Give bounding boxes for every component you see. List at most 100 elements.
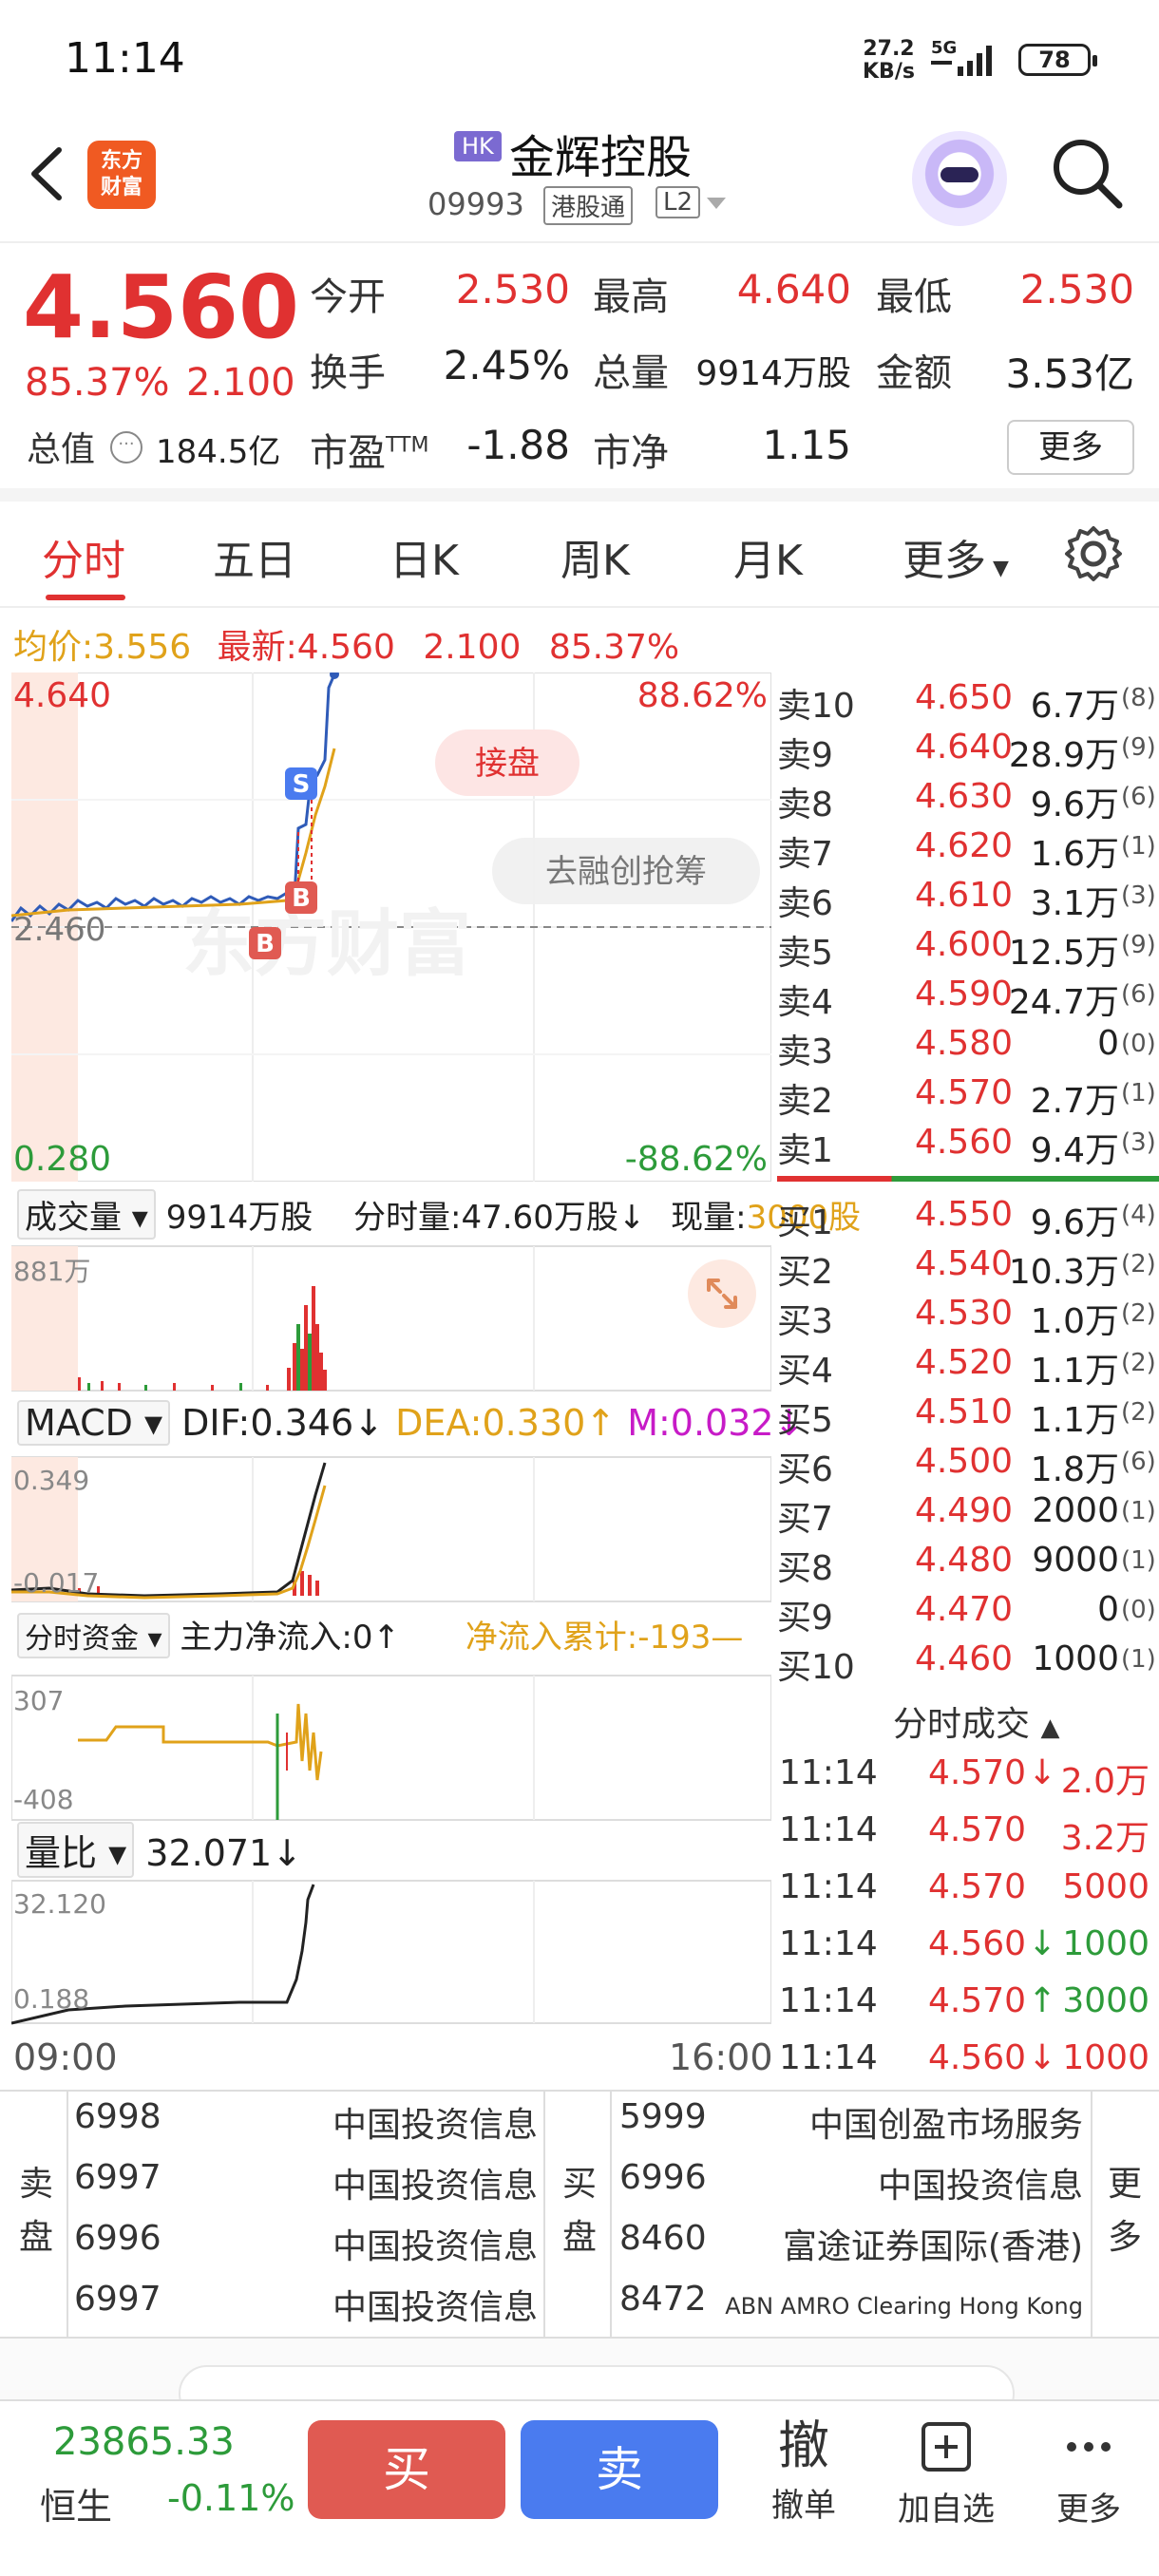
- ask-level-4[interactable]: 卖7 4.620 1.6万 (1): [777, 824, 1159, 874]
- volume-ymax: 881万: [13, 1256, 90, 1287]
- tab-daily-k[interactable]: 日K: [390, 526, 459, 587]
- fund-cumulative: 净流入累计:-193—: [465, 1619, 744, 1657]
- tick-volume: 2.0万: [1060, 1762, 1150, 1801]
- tick-volume: 1000: [1062, 1924, 1150, 1963]
- broker-name: 中国创盈市场服务: [808, 2106, 1083, 2145]
- index-change[interactable]: -0.11%: [167, 2477, 294, 2519]
- buy-broker-row[interactable]: 5999 中国创盈市场服务: [619, 2097, 1083, 2158]
- tick-time: 11:14: [779, 1924, 878, 1963]
- market-cap-label: 总值: [27, 430, 96, 469]
- ask-level-2[interactable]: 卖9 4.640 28.9万 (9): [777, 726, 1159, 775]
- bid-level-10[interactable]: 买10 4.460 1000 (1): [777, 1638, 1159, 1687]
- level-volume: 1.0万: [1030, 1302, 1119, 1341]
- buy-marker[interactable]: B: [249, 927, 281, 959]
- bid-level-6[interactable]: 买6 4.500 1.8万 (6): [777, 1440, 1159, 1489]
- sell-button[interactable]: 卖: [521, 2420, 718, 2519]
- tab-monthly-k[interactable]: 月K: [733, 526, 803, 587]
- back-icon[interactable]: [23, 142, 70, 205]
- cancel-order-button[interactable]: 撤 撤单: [747, 2413, 861, 2526]
- tag-pill-news[interactable]: 去融创抢筹: [492, 838, 760, 904]
- more-menu-button[interactable]: 更多: [1032, 2413, 1146, 2529]
- pct-axis-bottom: -88.62%: [625, 1140, 768, 1179]
- sell-broker-row[interactable]: 6996 中国投资信息: [74, 2219, 538, 2280]
- fund-dropdown[interactable]: 分时资金 ▾: [17, 1613, 170, 1658]
- ticks-title[interactable]: 分时成交 ▲: [893, 1696, 1059, 1746]
- tab-5day[interactable]: 五日: [213, 526, 296, 587]
- broker-id: 6996: [74, 2219, 162, 2258]
- bid-level-4[interactable]: 买4 4.520 1.1万 (2): [777, 1341, 1159, 1391]
- buy-broker-row[interactable]: 8472 ABN AMRO Clearing Hong Kong: [619, 2280, 1083, 2340]
- broker-more[interactable]: 更多: [1106, 2158, 1144, 2264]
- broker-name: 中国投资信息: [877, 2167, 1083, 2206]
- more-button[interactable]: 更多: [1007, 420, 1134, 475]
- broker-id: 8460: [619, 2219, 707, 2258]
- caret-up-icon: ▲: [1040, 1714, 1060, 1742]
- buy-broker-row[interactable]: 6996 中国投资信息: [619, 2158, 1083, 2219]
- connect-tag: 港股通: [543, 186, 634, 225]
- info-icon[interactable]: ···: [110, 431, 142, 464]
- bid-level-1[interactable]: 买1 4.550 9.6万 (4): [777, 1193, 1159, 1242]
- sell-marker[interactable]: S: [285, 767, 317, 800]
- volume-dropdown[interactable]: 成交量 ▾: [17, 1189, 156, 1240]
- tick-row: 11:14 4.570 ↓ 2.0万: [779, 1753, 1159, 1807]
- level-price: 4.510: [914, 1392, 1013, 1431]
- app-logo[interactable]: 东方 财富: [87, 141, 156, 209]
- broker-queue[interactable]: 卖盘 买盘 更多 6998 中国投资信息 6997 中国投资信息 6996 中国投资信息 6…: [0, 2090, 1159, 2340]
- index-name[interactable]: 恒生: [40, 2477, 112, 2529]
- tab-weekly-k[interactable]: 周K: [560, 526, 630, 587]
- level-volume: 9.6万: [1030, 786, 1119, 824]
- ask-level-6[interactable]: 卖5 4.600 12.5万 (9): [777, 923, 1159, 973]
- buy-button[interactable]: 买: [308, 2420, 505, 2519]
- chevron-down-icon[interactable]: [707, 198, 726, 209]
- ask-level-7[interactable]: 卖4 4.590 24.7万 (6): [777, 973, 1159, 1022]
- tab-more[interactable]: 更多 ▼: [902, 526, 1009, 587]
- watermark: 东方财富: [182, 901, 471, 986]
- add-watchlist-button[interactable]: 加自选: [889, 2413, 1003, 2529]
- level-count: (6): [1121, 980, 1156, 1009]
- expand-icon[interactable]: [688, 1260, 756, 1328]
- ratio-dropdown[interactable]: 量比 ▾: [17, 1822, 135, 1878]
- ask-level-5[interactable]: 卖6 4.610 3.1万 (3): [777, 874, 1159, 923]
- buy-side-label: 买盘: [561, 2165, 597, 2257]
- sell-broker-row[interactable]: 6998 中国投资信息: [74, 2097, 538, 2158]
- macd-ybot: -0.017: [13, 1567, 99, 1599]
- level-label: 卖3: [777, 1032, 833, 1071]
- bid-level-3[interactable]: 买3 4.530 1.0万 (2): [777, 1292, 1159, 1341]
- tag-pill-takeover[interactable]: 接盘: [435, 729, 580, 796]
- level-count: (2): [1121, 1250, 1156, 1279]
- bid-level-2[interactable]: 买2 4.540 10.3万 (2): [777, 1242, 1159, 1292]
- bid-level-8[interactable]: 买8 4.480 9000 (1): [777, 1539, 1159, 1588]
- latest-change: 2.100: [423, 628, 522, 667]
- search-icon[interactable]: [1049, 135, 1125, 211]
- tab-intraday[interactable]: 分时: [42, 526, 125, 587]
- bid-level-9[interactable]: 买9 4.470 0 (0): [777, 1588, 1159, 1638]
- ask-level-10[interactable]: 卖1 4.560 9.4万 (3): [777, 1121, 1159, 1170]
- ask-level-3[interactable]: 卖8 4.630 9.6万 (6): [777, 775, 1159, 824]
- change-amount: 2.100: [186, 361, 295, 405]
- bid-level-7[interactable]: 买7 4.490 2000 (1): [777, 1489, 1159, 1539]
- market-cap-value: 184.5亿: [156, 433, 281, 471]
- intraday-price-chart[interactable]: 东方财富 S B B 接盘 去融创抢筹 4.640 2.460 0.280 88…: [11, 672, 771, 1182]
- assistant-avatar[interactable]: [912, 131, 1007, 226]
- ask-level-8[interactable]: 卖3 4.580 0 (0): [777, 1022, 1159, 1071]
- macd-dropdown[interactable]: MACD ▾: [17, 1400, 171, 1446]
- macd-dif: DIF:0.346↓: [181, 1402, 384, 1444]
- more-dots-icon: [1067, 2442, 1111, 2452]
- sell-broker-row[interactable]: 6997 中国投资信息: [74, 2280, 538, 2340]
- bid-level-5[interactable]: 买5 4.510 1.1万 (2): [777, 1391, 1159, 1440]
- stock-header: 东方 财富 HK 金辉控股 09993 港股通 L2: [0, 114, 1159, 243]
- level-count: (2): [1121, 1398, 1156, 1427]
- ask-level-9[interactable]: 卖2 4.570 2.7万 (1): [777, 1071, 1159, 1121]
- index-value[interactable]: 23865.33: [53, 2420, 235, 2464]
- tick-row: 11:14 4.570 5000: [779, 1867, 1159, 1921]
- level-count: (1): [1121, 832, 1156, 861]
- level2-tag[interactable]: L2: [656, 186, 701, 218]
- time-axis-start: 09:00: [13, 2036, 118, 2078]
- gear-icon[interactable]: [1062, 522, 1125, 585]
- sell-broker-row[interactable]: 6997 中国投资信息: [74, 2158, 538, 2219]
- network-speed-value: 27.2: [863, 37, 915, 61]
- sell-side-label: 卖盘: [18, 2165, 53, 2257]
- buy-broker-row[interactable]: 8460 富途证券国际(香港): [619, 2219, 1083, 2280]
- ask-level-1[interactable]: 卖10 4.650 6.7万 (8): [777, 676, 1159, 726]
- buy-marker[interactable]: B: [285, 881, 317, 914]
